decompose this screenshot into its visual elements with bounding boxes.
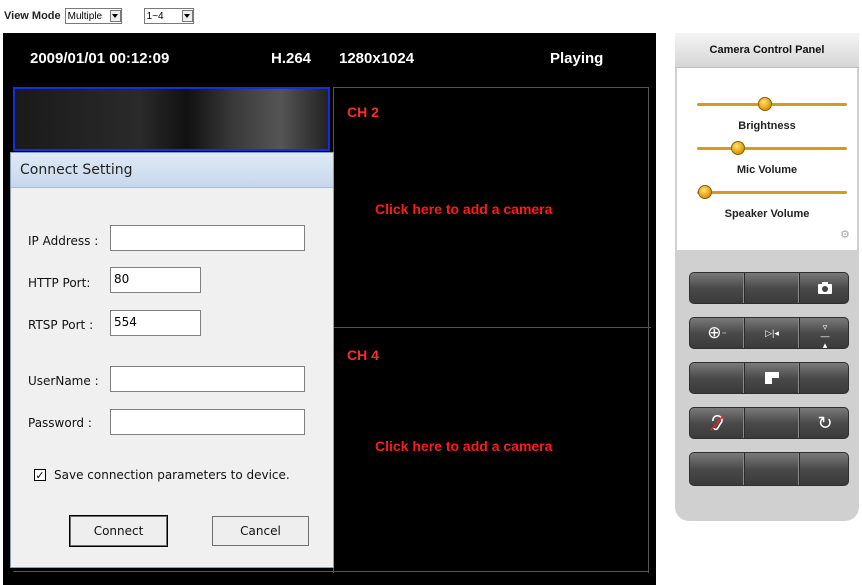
dialog-title: Connect Setting bbox=[20, 162, 133, 178]
mic-volume-slider[interactable] bbox=[697, 147, 847, 150]
resolution-text: 1280x1024 bbox=[339, 50, 415, 67]
control-row-2: ⊕⁻ ▷|◂ ▿ — ▴ bbox=[689, 317, 849, 350]
control-row-1 bbox=[689, 272, 849, 304]
connect-setting-dialog: Connect Setting IP Address : HTTP Port: … bbox=[10, 152, 334, 568]
sliders-area: Brightness Mic Volume Speaker Volume ⚙ bbox=[677, 68, 857, 250]
channel-4-label: CH 4 bbox=[347, 347, 379, 363]
ear-icon bbox=[690, 408, 744, 438]
ip-address-input[interactable] bbox=[110, 225, 305, 251]
speaker-volume-slider[interactable] bbox=[697, 191, 847, 194]
flip-vertical-icon[interactable]: ▿ — ▴ bbox=[802, 318, 848, 350]
channel-2-cell[interactable]: CH 2 Click here to add a camera bbox=[334, 88, 648, 327]
control-button[interactable] bbox=[690, 363, 745, 393]
gear-icon[interactable]: ⚙ bbox=[840, 228, 850, 241]
codec-text: H.264 bbox=[271, 50, 312, 67]
brightness-slider-thumb[interactable] bbox=[757, 97, 772, 111]
username-input[interactable] bbox=[110, 366, 305, 392]
save-parameters-checkbox[interactable]: ✓ bbox=[34, 469, 46, 481]
panel-header: Camera Control Panel bbox=[675, 33, 859, 68]
save-parameters-label: Save connection parameters to device. bbox=[54, 468, 290, 482]
http-port-label: HTTP Port: bbox=[28, 276, 91, 290]
view-mode-select[interactable]: Multiple bbox=[64, 8, 122, 24]
brightness-label: Brightness bbox=[738, 120, 796, 132]
chevron-down-icon bbox=[181, 10, 193, 22]
channel-2-label: CH 2 bbox=[347, 104, 379, 120]
mirror-icon bbox=[745, 363, 799, 393]
username-label: UserName : bbox=[28, 374, 99, 388]
camera-icon[interactable] bbox=[802, 273, 848, 303]
view-mode-value: Multiple bbox=[67, 10, 103, 22]
add-camera-link[interactable]: Click here to add a camera bbox=[375, 201, 552, 217]
flip-horizontal-icon: ▷|◂ bbox=[765, 328, 779, 338]
status-bar: 2009/01/01 00:12:09 H.264 1280x1024 Play… bbox=[3, 33, 656, 87]
password-label: Password : bbox=[28, 416, 92, 430]
control-row-5 bbox=[689, 452, 849, 486]
grid-border-bottom bbox=[13, 571, 649, 572]
channel-range-select[interactable]: 1~4 bbox=[143, 8, 194, 24]
zoom-icon: ⊕⁻ bbox=[707, 323, 727, 342]
add-camera-link[interactable]: Click here to add a camera bbox=[375, 438, 552, 454]
dialog-title-bar[interactable]: Connect Setting bbox=[11, 153, 333, 188]
rtsp-port-input[interactable]: 554 bbox=[110, 310, 201, 336]
panel-title: Camera Control Panel bbox=[709, 44, 825, 56]
ip-address-label: IP Address : bbox=[28, 234, 99, 248]
connect-button[interactable]: Connect bbox=[69, 515, 168, 547]
control-button[interactable] bbox=[745, 408, 800, 438]
password-input[interactable] bbox=[110, 409, 305, 435]
play-state-text: Playing bbox=[550, 50, 604, 67]
channel-4-cell[interactable]: CH 4 Click here to add a camera bbox=[334, 328, 648, 571]
control-button[interactable] bbox=[745, 273, 800, 303]
channel-range-value: 1~4 bbox=[146, 10, 164, 22]
mic-volume-label: Mic Volume bbox=[736, 164, 798, 176]
http-port-input[interactable]: 80 bbox=[110, 267, 201, 293]
mic-volume-slider-thumb[interactable] bbox=[730, 141, 745, 155]
control-button[interactable] bbox=[690, 453, 745, 485]
view-mode-label: View Mode bbox=[4, 10, 61, 22]
datetime-text: 2009/01/01 00:12:09 bbox=[30, 50, 170, 67]
camera-control-panel: Camera Control Panel Brightness Mic Volu… bbox=[675, 33, 859, 521]
rtsp-port-label: RTSP Port : bbox=[28, 318, 94, 332]
control-row-4: ↻ bbox=[689, 407, 849, 439]
speaker-volume-label: Speaker Volume bbox=[724, 208, 810, 220]
control-button[interactable] bbox=[745, 453, 800, 485]
cancel-button[interactable]: Cancel bbox=[212, 516, 309, 546]
speaker-volume-slider-thumb[interactable] bbox=[697, 185, 712, 199]
control-button[interactable] bbox=[690, 273, 745, 303]
brightness-slider[interactable] bbox=[697, 103, 847, 106]
grid-border-right bbox=[648, 87, 649, 573]
channel-1-video[interactable] bbox=[13, 87, 330, 151]
rotate-icon[interactable]: ↻ bbox=[802, 408, 848, 438]
chevron-down-icon bbox=[109, 10, 121, 22]
control-row-3 bbox=[689, 362, 849, 394]
view-mode-bar: View Mode Multiple 1~4 bbox=[4, 4, 194, 28]
